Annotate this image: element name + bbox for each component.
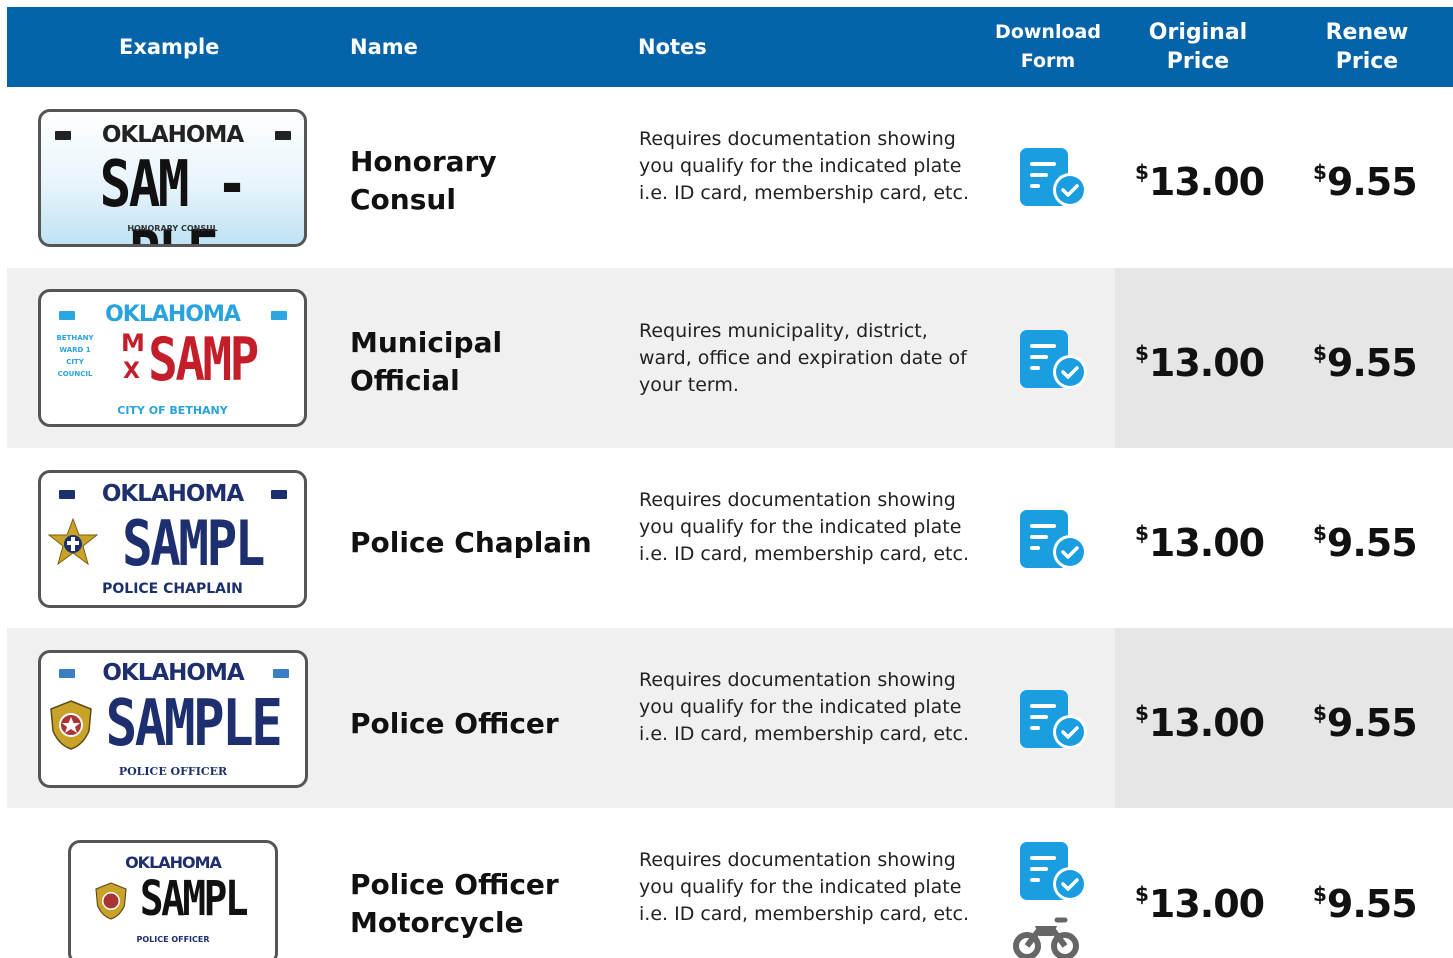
license-plate-image: OKLAHOMA SAMPLE POLICE OFFICER	[38, 650, 308, 788]
plate-notes: Requires documentation showing you quali…	[639, 489, 969, 565]
table-row: OKLAHOMA SAMPLE POLICE OFFICER Police Of…	[7, 628, 1453, 808]
table-row: OKLAHOMA SAM - PLE HONORARY CONSUL Honor…	[7, 88, 1453, 268]
document-check-icon[interactable]	[1020, 328, 1090, 390]
plate-name: Police Chaplain	[350, 526, 592, 559]
renew-price: $9.55	[1313, 521, 1418, 565]
header-renew-line1: Renew	[1325, 20, 1409, 45]
document-check-icon[interactable]	[1020, 840, 1090, 902]
table-header: Example Name Notes Download Form Origina…	[7, 7, 1453, 87]
table-row: OKLAHOMA SAMPL POLICE OFFICER Police Off…	[7, 808, 1453, 958]
header-original-price: Original Price	[1133, 7, 1263, 87]
plate-notes: Requires documentation showing you quali…	[639, 849, 969, 925]
license-plate-image: OKLAHOMA BETHANY WARD 1 CITY COUNCIL M X…	[38, 289, 307, 427]
renew-price: $9.55	[1313, 160, 1418, 204]
renew-price: $9.55	[1313, 882, 1418, 926]
header-renew-price: Renew Price	[1302, 7, 1432, 87]
document-check-icon[interactable]	[1020, 508, 1090, 570]
table-row: OKLAHOMA BETHANY WARD 1 CITY COUNCIL M X…	[7, 268, 1453, 448]
header-notes: Notes	[638, 35, 707, 59]
header-download-form: Download Form	[988, 7, 1108, 87]
plate-name: Honorary Consul	[350, 145, 497, 216]
document-check-icon[interactable]	[1020, 146, 1090, 208]
document-check-icon[interactable]	[1020, 688, 1090, 750]
original-price: $13.00	[1135, 701, 1265, 745]
header-original-line1: Original	[1148, 20, 1248, 45]
plate-notes: Requires municipality, district, ward, o…	[639, 320, 967, 396]
renew-price: $9.55	[1313, 701, 1418, 745]
header-renew-line2: Price	[1335, 49, 1399, 74]
motorcycle-icon	[1013, 917, 1079, 958]
original-price: $13.00	[1135, 160, 1265, 204]
header-example: Example	[119, 35, 220, 59]
plate-notes: Requires documentation showing you quali…	[639, 669, 969, 745]
license-plate-image: OKLAHOMA SAM - PLE HONORARY CONSUL	[38, 109, 307, 247]
plate-name: Municipal Official	[350, 326, 503, 397]
plate-notes: Requires documentation showing you quali…	[639, 128, 969, 204]
header-name: Name	[350, 35, 418, 59]
license-plate-image: OKLAHOMA SAMPL POLICE CHAPLAIN	[38, 470, 307, 608]
header-download-line1: Download	[995, 21, 1101, 43]
license-plate-image: OKLAHOMA SAMPL POLICE OFFICER	[68, 840, 278, 958]
police-badge-icon	[95, 882, 127, 920]
header-original-line2: Price	[1166, 49, 1230, 74]
police-badge-icon	[50, 700, 92, 750]
chaplain-badge-icon	[47, 517, 99, 566]
original-price: $13.00	[1135, 882, 1265, 926]
table-row: OKLAHOMA SAMPL POLICE CHAPLAIN Police Ch…	[7, 448, 1453, 628]
plate-name: Police Officer Motorcycle	[350, 868, 559, 939]
original-price: $13.00	[1135, 521, 1265, 565]
original-price: $13.00	[1135, 341, 1265, 385]
header-download-line2: Form	[1020, 50, 1076, 72]
plate-name: Police Officer	[350, 707, 559, 740]
renew-price: $9.55	[1313, 341, 1418, 385]
